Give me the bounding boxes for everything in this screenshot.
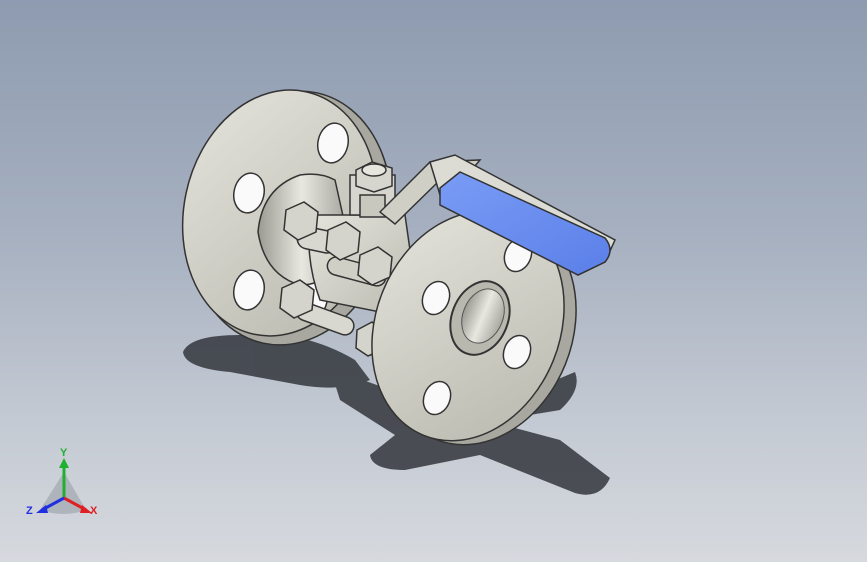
view-orientation-triad[interactable]: Y X Z	[26, 447, 102, 520]
z-axis-label: Z	[26, 505, 33, 517]
y-axis-label: Y	[60, 447, 68, 459]
x-axis-label: X	[90, 505, 98, 517]
graphics-viewport[interactable]: Y X Z	[0, 0, 867, 562]
valve-model[interactable]	[0, 0, 867, 562]
